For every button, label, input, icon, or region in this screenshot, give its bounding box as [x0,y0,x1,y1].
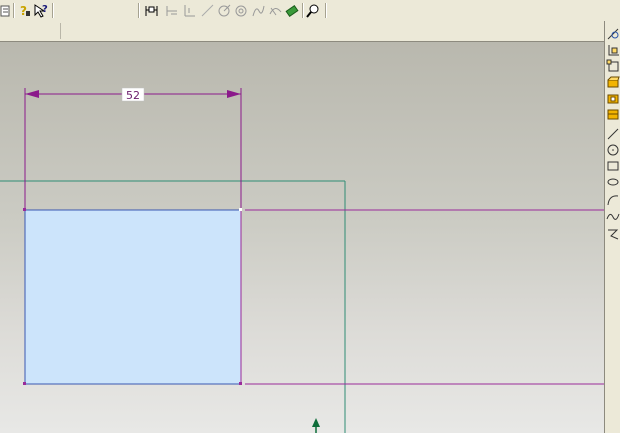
line-icon[interactable] [606,127,620,141]
dimension-value[interactable]: 52 [126,89,140,102]
origin-arrow-icon [312,418,320,427]
extrude-boss-icon[interactable] [606,75,620,89]
smart-dimension-icon[interactable] [163,2,180,19]
zoom-icon[interactable] [305,2,322,19]
toolbar-separator [52,3,54,18]
svg-text:?: ? [20,4,27,18]
point-icon[interactable] [606,227,620,241]
sketch-point[interactable] [23,208,26,211]
circle-icon[interactable] [606,143,620,157]
whats-this-icon[interactable]: ? [17,2,34,19]
document-bar-cell [0,23,61,39]
sketch-toolbar [604,21,620,433]
relations-icon[interactable] [267,2,284,19]
partial-left-icon[interactable] [0,2,13,19]
sketch-point[interactable] [23,382,26,385]
revolve-icon[interactable] [606,107,620,121]
sketch-point[interactable] [239,208,242,211]
add-relation-icon[interactable] [284,2,301,19]
plane-icon[interactable] [606,43,620,57]
spline-icon[interactable] [606,209,620,223]
toolbar-separator [302,3,304,18]
sketch-rectangle[interactable] [24,209,242,385]
main-toolbar: ? ? [0,0,620,22]
view-icon[interactable] [606,59,620,73]
concentric-icon[interactable] [233,2,250,19]
toolbar-separator [325,3,327,18]
rectangle-icon[interactable] [606,159,620,173]
ellipse-icon[interactable] [606,175,620,189]
dimension-arrow-left [25,90,39,98]
angle-icon[interactable] [199,2,216,19]
dimension-icon[interactable] [143,2,160,19]
context-help-icon[interactable]: ? [33,2,50,19]
dimension-arrow-right [227,90,241,98]
extrude-cut-icon[interactable] [606,91,620,105]
graphics-area[interactable]: 52 [0,42,604,433]
circle-dimension-icon[interactable] [216,2,233,19]
svg-text:?: ? [42,4,48,15]
toolbar-separator [13,3,15,18]
sketch-icon[interactable] [606,27,620,41]
toolbar-separator [138,3,140,18]
sketch-point[interactable] [239,382,242,385]
document-bar [0,21,604,42]
tangent-icon[interactable] [250,2,267,19]
arc-icon[interactable] [606,193,620,207]
horizontal-dimension-icon[interactable] [181,2,198,19]
